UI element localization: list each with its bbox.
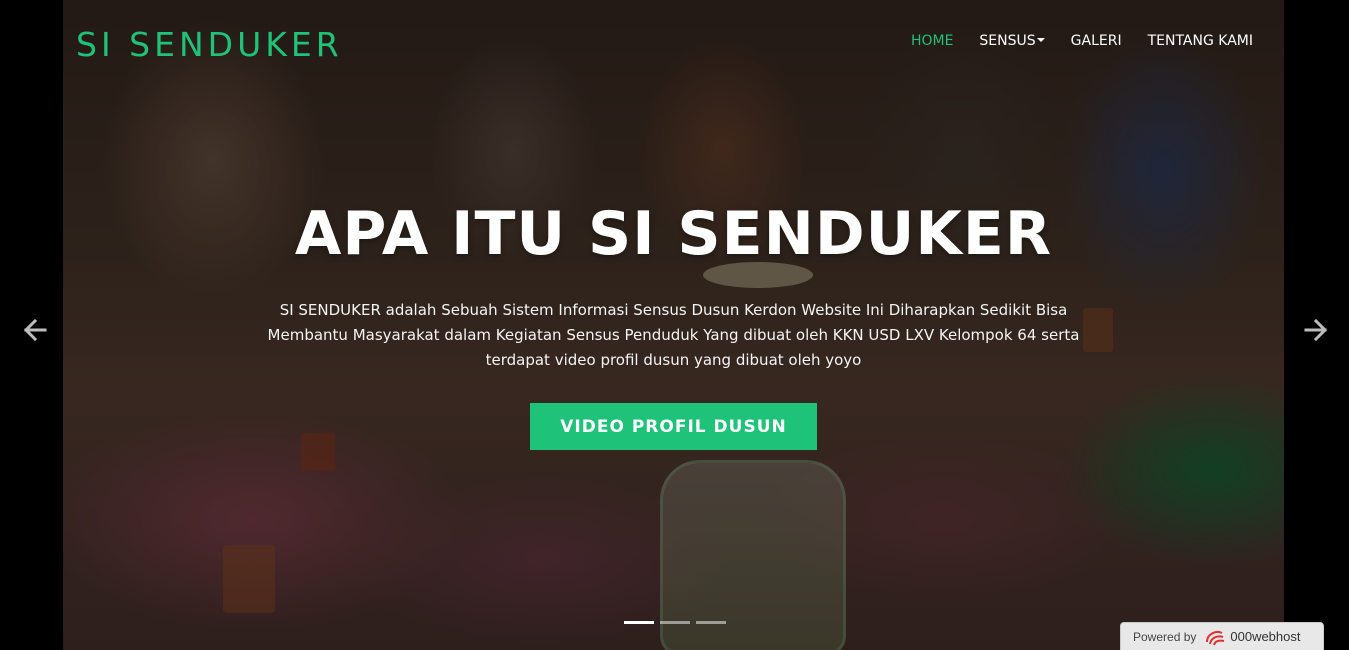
000webhost-logo-icon — [1206, 630, 1225, 645]
carousel-indicator-3[interactable] — [696, 621, 726, 624]
caret-down-icon — [1036, 38, 1045, 42]
page: SI SENDUKER HOME SENSUS GALERI TENTANG K… — [0, 0, 1349, 650]
arrow-left-icon — [23, 318, 47, 342]
hosting-badge[interactable]: Powered by 000webhost — [1120, 622, 1324, 650]
nav-galeri[interactable]: GALERI — [1058, 32, 1135, 50]
video-profil-button[interactable]: VIDEO PROFIL DUSUN — [530, 403, 817, 450]
carousel-indicator-2[interactable] — [660, 621, 690, 624]
nav-sensus-label: SENSUS — [979, 33, 1036, 49]
powered-by-label: Powered by — [1133, 629, 1197, 644]
hero-description: SI SENDUKER adalah Sebuah Sistem Informa… — [267, 301, 1080, 369]
hero-title: APA ITU SI SENDUKER — [294, 199, 1053, 269]
brand-logo[interactable]: SI SENDUKER — [76, 26, 343, 64]
hero-caption: APA ITU SI SENDUKER SI SENDUKER adalah S… — [63, 196, 1284, 450]
carousel-prev-button[interactable] — [22, 317, 48, 343]
carousel-indicators — [624, 621, 726, 624]
host-name: 000webhost — [1230, 629, 1301, 644]
arrow-right-icon — [1304, 318, 1328, 342]
nav-home[interactable]: HOME — [898, 32, 966, 50]
nav-sensus[interactable]: SENSUS — [966, 32, 1057, 50]
nav-tentang-kami[interactable]: TENTANG KAMI — [1135, 32, 1266, 50]
carousel-indicator-1[interactable] — [624, 621, 654, 624]
carousel-next-button[interactable] — [1303, 317, 1329, 343]
main-nav: HOME SENSUS GALERI TENTANG KAMI — [898, 32, 1266, 50]
